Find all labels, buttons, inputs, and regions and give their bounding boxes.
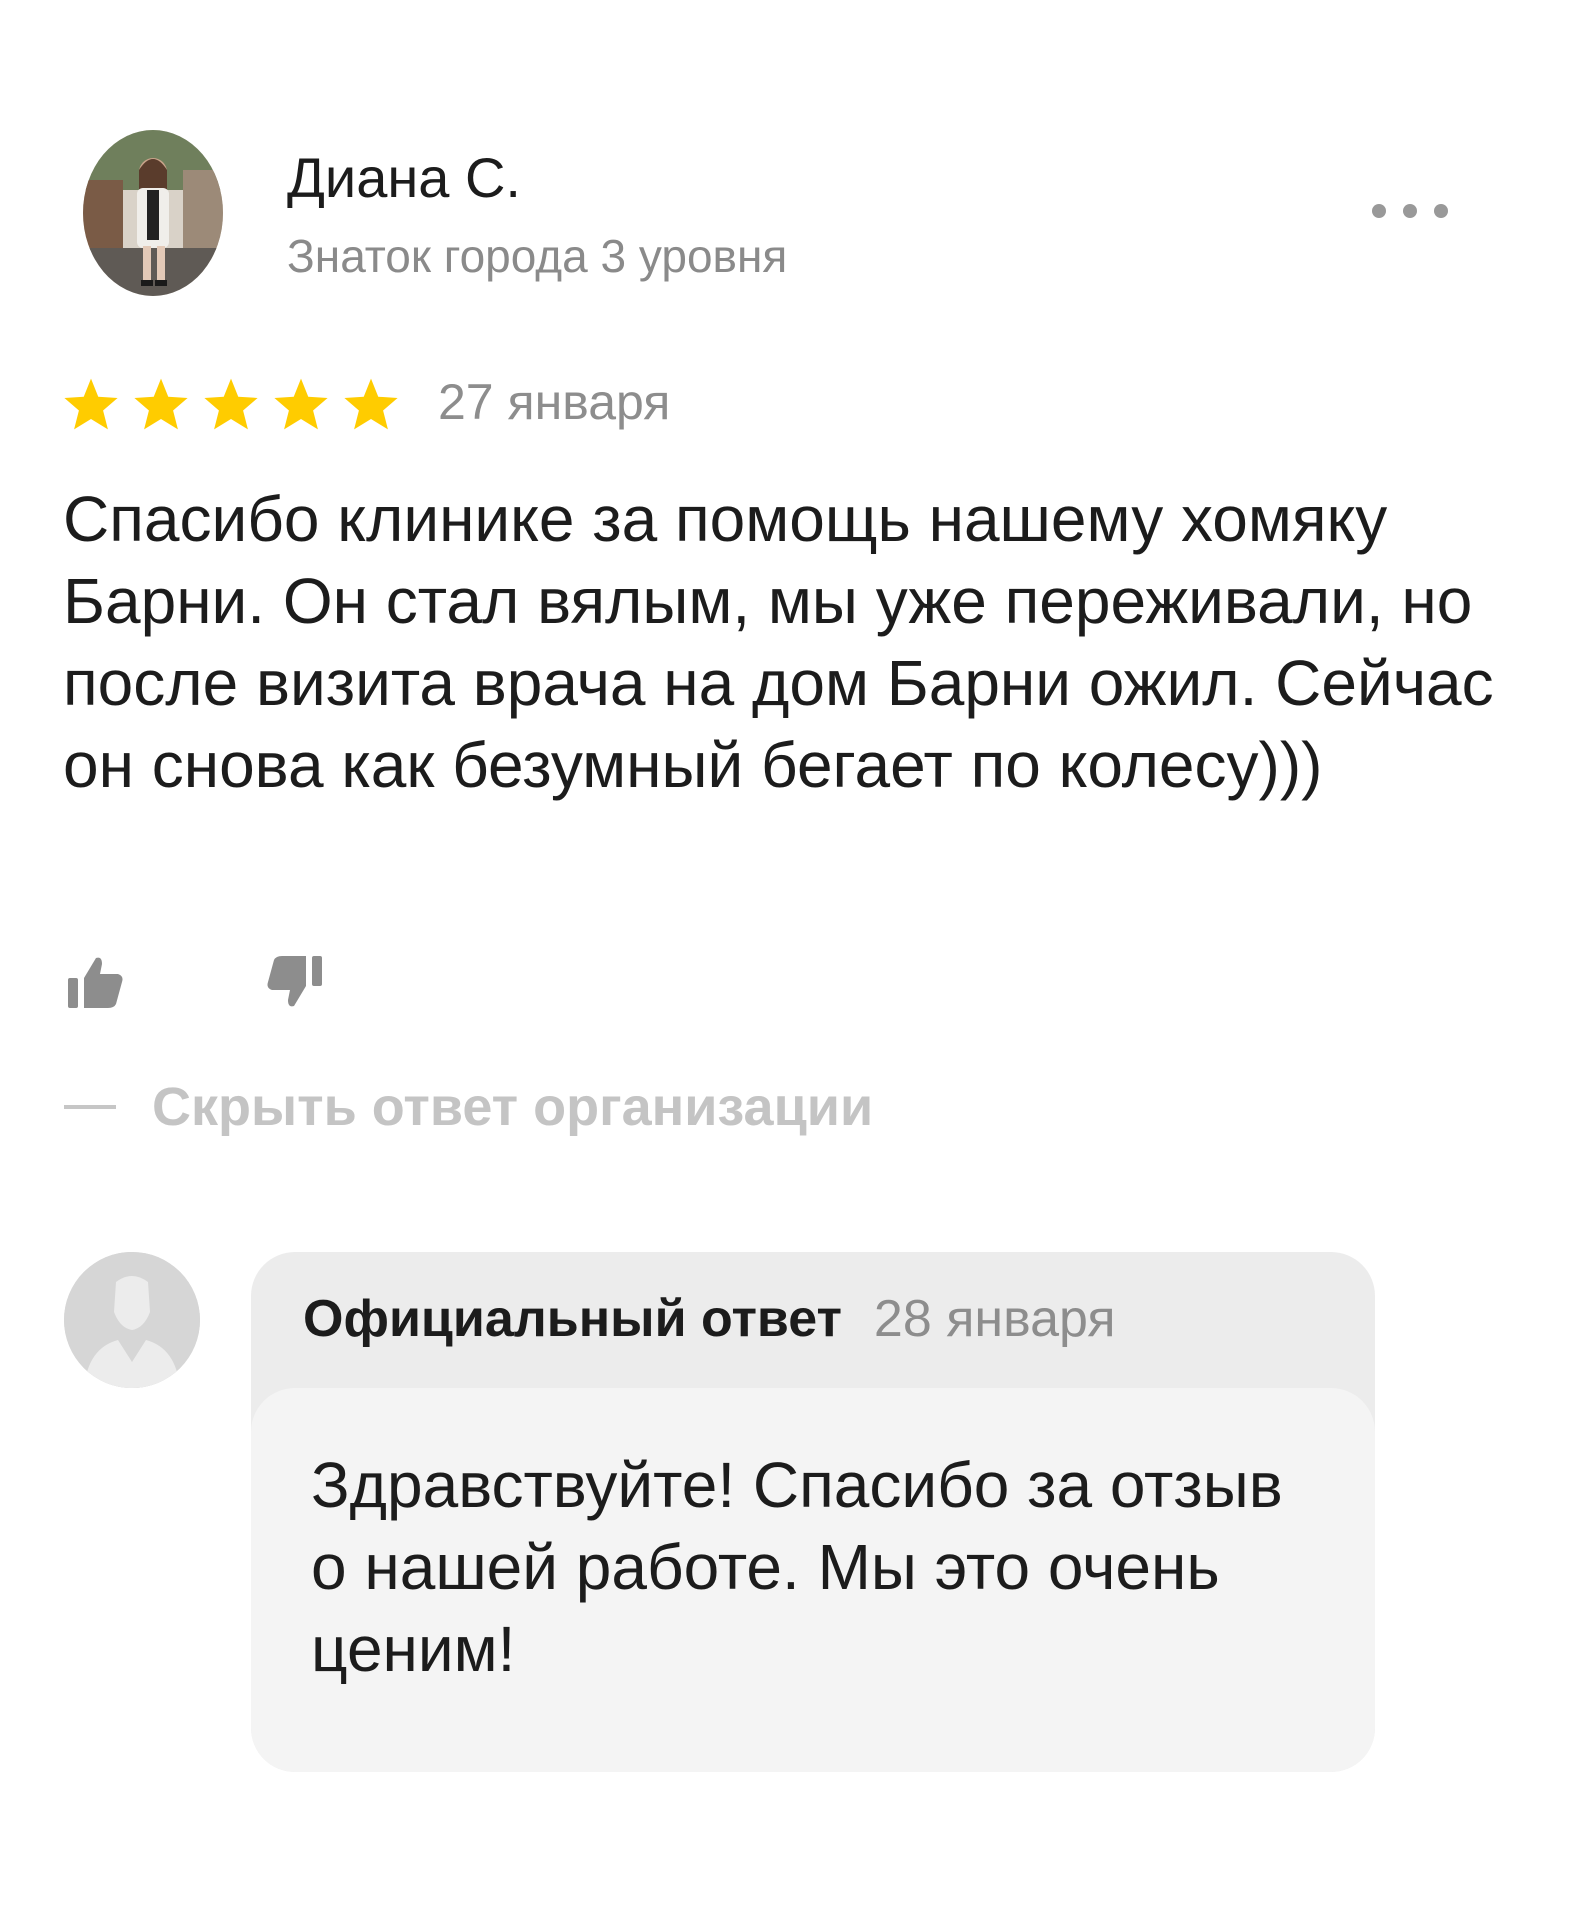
thumbs-down-icon <box>267 956 322 1007</box>
star-icon <box>62 376 120 436</box>
hide-answer-toggle[interactable]: Скрыть ответ организации <box>64 1072 873 1142</box>
hide-answer-label: Скрыть ответ организации <box>152 1077 874 1137</box>
author-name[interactable]: Диана С. <box>287 144 521 212</box>
review-text: Спасибо клинике за помощь нашему хомяку … <box>63 483 1494 801</box>
author-level: Знаток города 3 уровня <box>287 230 788 282</box>
more-dots-icon <box>1372 204 1386 218</box>
reply-text: Здравствуйте! Спасибо за отзыв о нашей р… <box>311 1449 1283 1685</box>
author-avatar[interactable] <box>83 130 223 296</box>
review-date: 27 января <box>438 374 671 430</box>
star-icon <box>132 376 190 436</box>
dislike-button[interactable] <box>262 952 326 1012</box>
official-reply: Официальный ответ 28 января Здравствуйте… <box>251 1252 1375 1772</box>
organization-avatar-icon <box>64 1252 200 1388</box>
rating-stars <box>62 376 400 436</box>
more-dots-icon <box>1403 204 1417 218</box>
star-icon <box>202 376 260 436</box>
reply-date: 28 января <box>873 1290 1116 1348</box>
more-dots-icon <box>1434 204 1448 218</box>
reply-header: Официальный ответ 28 января <box>303 1284 1116 1354</box>
star-icon <box>342 376 400 436</box>
reply-title: Официальный ответ <box>303 1290 842 1348</box>
like-button[interactable] <box>64 952 128 1012</box>
reply-body: Здравствуйте! Спасибо за отзыв о нашей р… <box>251 1388 1375 1772</box>
collapse-dash-icon <box>64 1105 116 1109</box>
star-icon <box>272 376 330 436</box>
thumbs-up-icon <box>68 957 123 1008</box>
more-options-button[interactable] <box>1368 196 1452 226</box>
